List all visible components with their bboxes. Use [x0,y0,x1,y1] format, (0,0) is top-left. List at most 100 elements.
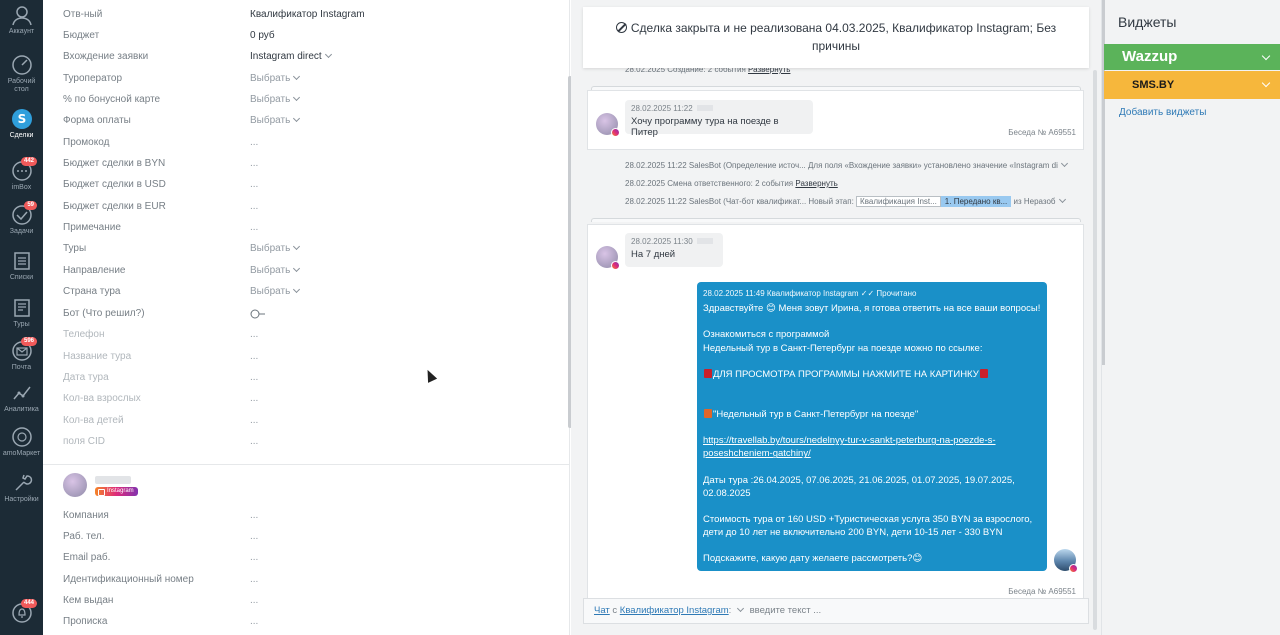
field-label: Дата тура [63,372,109,383]
field-value[interactable]: ... [250,552,258,563]
nav-analytics[interactable]: Аналитика [0,382,43,414]
event-text: 28.02.2025 Смена ответственного: 2 событ… [625,179,794,188]
field-value[interactable]: ... [250,595,258,606]
field-row[interactable]: Название тура... [63,347,563,368]
field-row[interactable]: Бот (Что решил?) [63,304,563,325]
add-widgets-link[interactable]: Добавить виджеты [1119,107,1206,118]
field-row[interactable]: Телефон... [63,325,563,346]
field-row[interactable]: Отв-ный Квалификатор Instagram [63,5,563,26]
nav-tours[interactable]: Туры [0,297,43,329]
field-row[interactable]: Бюджет сделки в BYN... [63,154,563,175]
field-select[interactable]: Выбрать [250,114,301,126]
contact-avatar[interactable] [63,473,87,497]
chevron-down-icon[interactable] [736,604,744,613]
field-row[interactable]: Промокод... [63,133,563,154]
nav-lists[interactable]: Списки [0,250,43,282]
field-value[interactable]: ... [250,351,258,362]
nav-notifications[interactable]: 444 [0,599,43,626]
contact-name-redacted[interactable] [95,476,131,484]
field-row[interactable]: Кол-ва взрослых... [63,389,563,410]
field-value[interactable]: 0 руб [250,30,275,41]
manager-avatar[interactable] [1054,549,1078,573]
chat-input-bar[interactable]: Чат с Квалификатор Instagram: введите те… [583,598,1089,624]
contact-field-row[interactable]: Кем выдан... [63,591,563,612]
nav-inbox[interactable]: imBox 442 [0,157,43,192]
field-value[interactable]: ... [250,510,258,521]
field-select[interactable]: Выбрать [250,285,301,297]
widgets-title: Виджеты [1118,14,1177,30]
toggle-switch[interactable] [250,309,266,319]
field-row[interactable]: Кол-ва детей... [63,411,563,432]
chat-mode-link[interactable]: Чат [594,605,610,616]
field-row[interactable]: Туры Выбрать [63,239,563,260]
chevron-down-icon[interactable] [1058,195,1066,204]
chat-scrollbar[interactable] [1093,70,1097,630]
deal-closed-banner: Сделка закрыта и не реализована 04.03.20… [583,7,1089,68]
field-value[interactable]: ... [250,616,258,627]
message-input-placeholder[interactable]: введите текст ... [750,605,822,616]
wazzup-widget[interactable]: Wazzup [1104,44,1280,70]
field-select[interactable]: Выбрать [250,264,301,276]
contact-field-row[interactable]: Идентификационный номер... [63,570,563,591]
nav-market[interactable]: amoМаркет [0,426,43,458]
field-value[interactable]: ... [250,436,258,447]
field-value: Выбрать [250,94,291,105]
field-value[interactable]: ... [250,179,258,190]
field-row[interactable]: поля CID... [63,432,563,453]
client-avatar[interactable] [596,113,620,137]
incoming-message[interactable]: 28.02.2025 11:30 На 7 дней [625,233,723,267]
chat-recipient-link[interactable]: Квалификатор Instagram [620,605,729,616]
deal-closed-text: Сделка закрыта и не реализована 04.03.20… [630,21,1057,53]
field-row[interactable]: Туроператор Выбрать [63,69,563,90]
field-row[interactable]: Бюджет 0 руб [63,26,563,47]
prohibited-icon [615,22,627,33]
expand-link[interactable]: Развернуть [795,179,837,188]
smsby-widget[interactable]: SMS.BY [1104,71,1280,99]
field-row[interactable]: Бюджет сделки в EUR... [63,197,563,218]
nav-deals[interactable]: S Сделки [0,108,43,140]
redacted-name [696,105,713,111]
field-value[interactable]: ... [250,158,258,169]
nav-desktop[interactable]: Рабочий стол [0,54,43,94]
contact-field-row[interactable]: Email раб.... [63,548,563,569]
field-value[interactable]: ... [250,415,258,426]
field-value[interactable]: ... [250,201,258,212]
field-row[interactable]: % по бонусной карте Выбрать [63,90,563,111]
nav-settings[interactable]: Настройки [0,472,43,504]
field-value[interactable]: ... [250,222,258,233]
client-avatar[interactable] [596,246,620,270]
event-text: 28.02.2025 11:22 SalesBot (Чат-бот квали… [625,197,854,206]
field-value[interactable]: ... [250,574,258,585]
field-select[interactable]: Instagram direct [250,50,332,62]
tour-link[interactable]: https://travellab.by/tours/nedelnyy-tur-… [703,435,996,459]
incoming-message[interactable]: 28.02.2025 11:22 Хочу программу тура на … [625,100,813,138]
field-row[interactable]: Примечание... [63,218,563,239]
field-value[interactable]: Квалификатор Instagram [250,9,365,20]
field-select[interactable]: Выбрать [250,93,301,105]
field-select[interactable]: Выбрать [250,72,301,84]
instagram-tag: Instagram [95,487,138,496]
field-value[interactable]: ... [250,372,258,383]
field-row[interactable]: Направление Выбрать [63,261,563,282]
field-row[interactable]: Форма оплаты Выбрать [63,111,563,132]
contact-field-row[interactable]: Раб. тел.... [63,527,563,548]
field-label: Бюджет сделки в USD [63,179,166,190]
field-row[interactable]: Вхождение заявки Instagram direct [63,47,563,68]
field-row[interactable]: Страна тура Выбрать [63,282,563,303]
field-row[interactable]: Дата тура... [63,368,563,389]
field-value[interactable]: ... [250,329,258,340]
field-row[interactable]: Бюджет сделки в USD... [63,175,563,196]
nav-mail[interactable]: Почта 596 [0,337,43,372]
field-select[interactable]: Выбрать [250,242,301,254]
field-value[interactable]: ... [250,531,258,542]
outgoing-message[interactable]: 28.02.2025 11:49 Квалификатор Instagram … [697,282,1047,571]
contact-field-row[interactable]: Прописка... [63,612,563,633]
nav-account[interactable]: Аккаунт [0,4,43,36]
field-value: Выбрать [250,286,291,297]
nav-tasks[interactable]: Задачи 59 [0,201,43,236]
field-value[interactable]: ... [250,393,258,404]
chevron-down-icon[interactable] [1060,159,1068,168]
field-value[interactable]: ... [250,137,258,148]
contact-field-row[interactable]: Компания... [63,506,563,527]
message-paragraph-row: "Недельный тур в Санкт-Петербург на поез… [703,408,1041,421]
